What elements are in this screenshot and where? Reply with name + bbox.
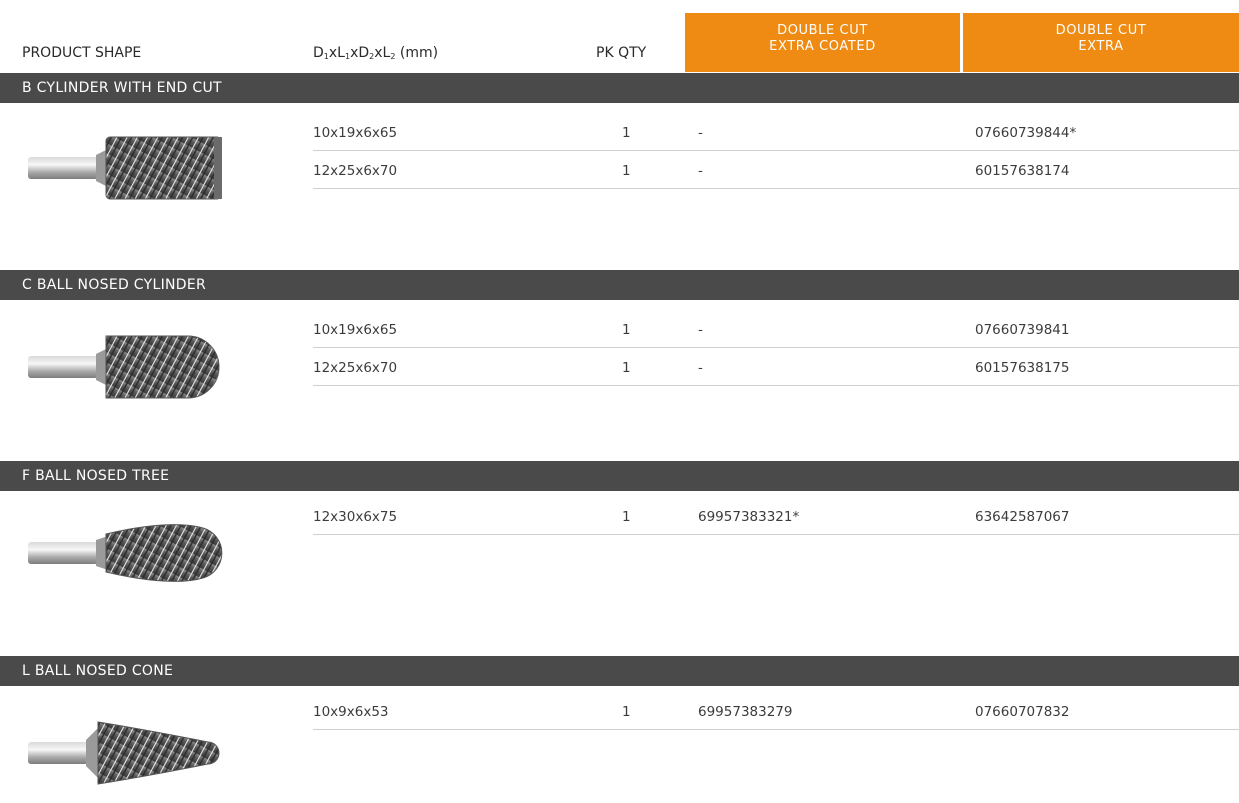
- dimensions-cell: 10x19x6x65: [313, 322, 398, 338]
- dimensions-cell: 12x25x6x70: [313, 163, 398, 179]
- table-row: 12x25x6x70 1 - 60157638175: [313, 349, 1239, 386]
- double-cut-extra-coated-header: DOUBLE CUT EXTRA COATED: [685, 13, 960, 72]
- table-header: PRODUCT SHAPE D1xL1xD2xL2 (mm) PK QTY DO…: [0, 0, 1239, 72]
- coated-code-cell: -: [698, 360, 703, 376]
- extra-code-cell: 07660739841: [975, 322, 1070, 338]
- extra-code-cell: 63642587067: [975, 509, 1070, 525]
- pk-qty-cell: 1: [622, 322, 631, 338]
- cylinder-end-cut-burr-icon: [28, 136, 222, 200]
- coated-code-cell: -: [698, 125, 703, 141]
- table-row: 12x25x6x70 1 - 60157638174: [313, 152, 1239, 189]
- section-b-cylinder-with-end-cut: B CYLINDER WITH END CUT 10x19x6x65 1 - 0…: [0, 73, 1239, 213]
- extra-code-cell: 60157638174: [975, 163, 1070, 179]
- coated-code-cell: 69957383279: [698, 704, 793, 720]
- section-l-ball-nosed-cone: L BALL NOSED CONE 10x9x6x53 1 6995738327…: [0, 656, 1239, 803]
- table-row: 12x30x6x75 1 69957383321* 63642587067: [313, 498, 1239, 535]
- pk-qty-cell: 1: [622, 163, 631, 179]
- dimensions-cell: 12x25x6x70: [313, 360, 398, 376]
- pk-qty-cell: 1: [622, 360, 631, 376]
- ball-nosed-cone-burr-icon: [28, 721, 220, 785]
- table-row: 10x19x6x65 1 - 07660739841: [313, 311, 1239, 348]
- coated-code-cell: 69957383321*: [698, 509, 800, 525]
- pk-qty-cell: 1: [622, 704, 631, 720]
- dimensions-header: D1xL1xD2xL2 (mm): [313, 45, 439, 61]
- coated-code-cell: -: [698, 322, 703, 338]
- pk-qty-header: PK QTY: [596, 45, 647, 61]
- table-row: 10x19x6x65 1 - 07660739844*: [313, 114, 1239, 151]
- extra-code-cell: 07660739844*: [975, 125, 1077, 141]
- double-cut-extra-header: DOUBLE CUT EXTRA: [963, 13, 1239, 72]
- dimensions-cell: 10x19x6x65: [313, 125, 398, 141]
- extra-code-cell: 60157638175: [975, 360, 1070, 376]
- section-c-ball-nosed-cylinder: C BALL NOSED CYLINDER 10x19x6x65 1 - 076…: [0, 270, 1239, 410]
- section-title: F BALL NOSED TREE: [0, 461, 1239, 491]
- dimensions-cell: 12x30x6x75: [313, 509, 398, 525]
- section-f-ball-nosed-tree: F BALL NOSED TREE 12x30x6x75 1 699573833…: [0, 461, 1239, 601]
- section-title: C BALL NOSED CYLINDER: [0, 270, 1239, 300]
- pk-qty-cell: 1: [622, 125, 631, 141]
- pk-qty-cell: 1: [622, 509, 631, 525]
- dimensions-cell: 10x9x6x53: [313, 704, 389, 720]
- coated-code-cell: -: [698, 163, 703, 179]
- section-title: B CYLINDER WITH END CUT: [0, 73, 1239, 103]
- table-row: 10x9x6x53 1 69957383279 07660707832: [313, 693, 1239, 730]
- ball-nosed-tree-burr-icon: [28, 524, 223, 582]
- product-shape-header: PRODUCT SHAPE: [22, 45, 142, 61]
- ball-nosed-cylinder-burr-icon: [28, 335, 220, 399]
- extra-code-cell: 07660707832: [975, 704, 1070, 720]
- section-title: L BALL NOSED CONE: [0, 656, 1239, 686]
